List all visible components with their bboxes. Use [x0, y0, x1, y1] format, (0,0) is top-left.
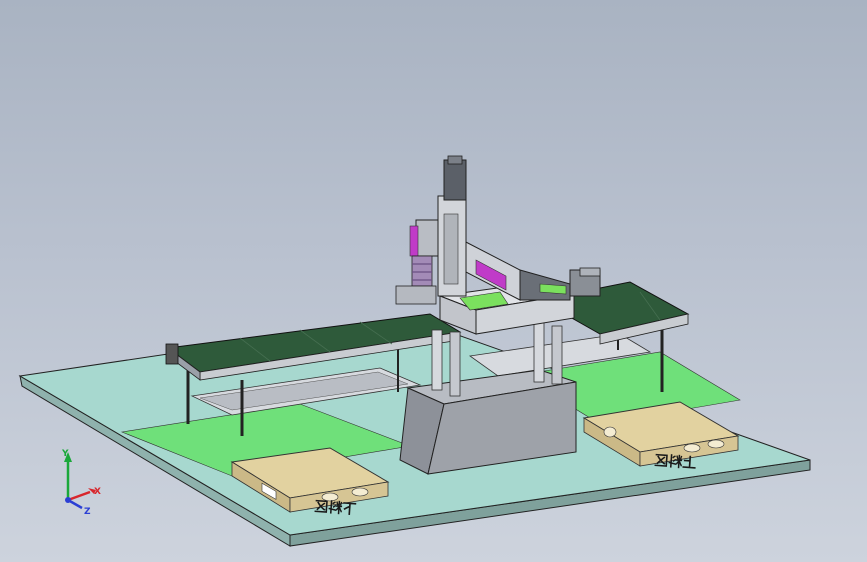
- zone-label-left-text: 下料区: [314, 498, 357, 518]
- orientation-triad: Y X Z: [61, 449, 101, 517]
- robot-vertical-column: [395, 155, 467, 305]
- zone-label-left: 下料区: [314, 498, 357, 518]
- triad-y-label: Y: [61, 449, 69, 459]
- zone-label-right-text: 上料区: [654, 452, 697, 472]
- cad-scene: 下料区 上料区 Y X Z: [18, 155, 811, 547]
- cad-viewport[interactable]: 下料区 上料区 Y X Z: [0, 0, 867, 562]
- triad-z-label: Z: [84, 507, 91, 517]
- zone-label-right: 上料区: [654, 452, 697, 472]
- triad-x-label: X: [94, 487, 101, 497]
